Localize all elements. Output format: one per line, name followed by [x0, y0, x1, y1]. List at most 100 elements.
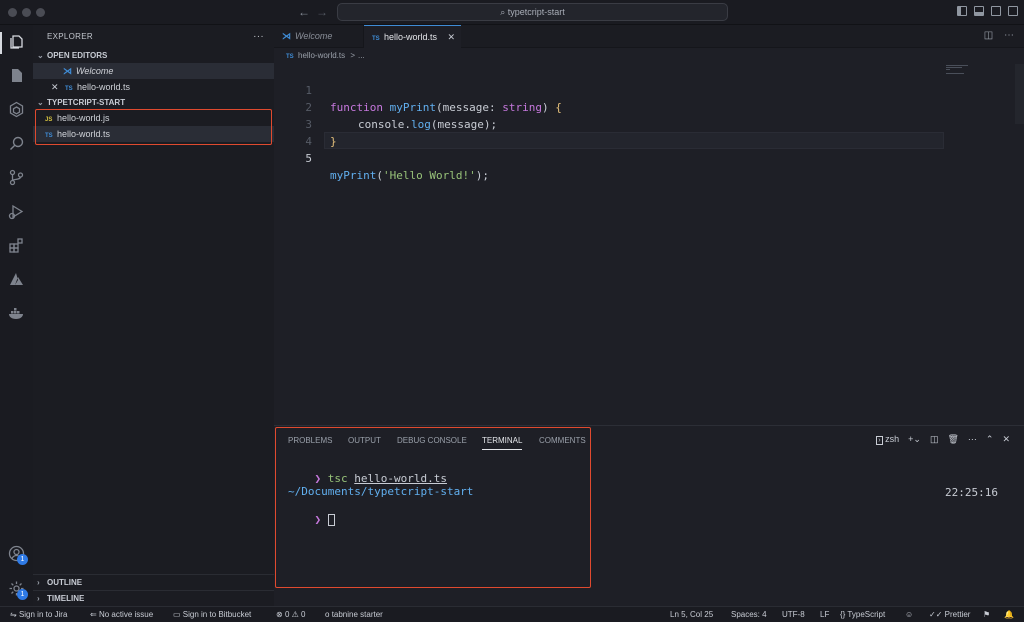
error-count: 0 — [284, 610, 290, 619]
code-line: 2 console.log(message); — [274, 82, 497, 131]
breadcrumb-file[interactable]: hello-world.ts — [298, 51, 345, 60]
codeium-icon[interactable] — [8, 101, 25, 118]
title-bar: ← → ⌕ typetcript-start — [0, 0, 1024, 25]
breadcrumb: TS hello-world.ts >... — [286, 51, 365, 60]
explorer-header: EXPLORER ··· — [33, 25, 274, 48]
split-terminal-icon[interactable]: ◫ — [930, 434, 939, 445]
panel-actions: › zsh +⌄ ◫ 🗑 ⋯ ⌃ ✕ — [876, 434, 1010, 445]
active-indicator — [0, 32, 2, 54]
status-tabnine[interactable]: o tabnine starter — [325, 607, 383, 622]
notifications-bell-icon[interactable]: 🔔 — [1004, 607, 1014, 622]
status-label: TypeScript — [847, 610, 886, 619]
error-icon: ⊗ — [276, 610, 283, 619]
timeline-section[interactable]: › TIMELINE — [33, 590, 274, 606]
run-debug-icon[interactable] — [8, 203, 25, 220]
explorer-icon[interactable] — [8, 33, 25, 50]
feedback-icon[interactable]: ⚑ — [983, 607, 990, 622]
tab-welcome[interactable]: ⋊ Welcome — [274, 25, 364, 48]
status-label: Sign in to Jira — [18, 610, 68, 619]
braces-icon: {} — [840, 610, 846, 619]
double-check-icon: ✓✓ — [929, 610, 943, 619]
back-arrow-icon[interactable]: ← — [298, 5, 310, 19]
vscode-icon: ⋊ — [63, 66, 72, 76]
status-encoding[interactable]: UTF-8 — [782, 607, 805, 622]
warning-icon: ⚠ — [291, 610, 299, 619]
new-terminal-plus-icon[interactable]: +⌄ — [908, 434, 921, 445]
vscode-icon: ⋊ — [282, 31, 291, 41]
explorer-sidebar: EXPLORER ··· ⌄ OPEN EDITORS ⋊ Welcome ✕ TS h… — [33, 25, 274, 606]
source-control-icon[interactable] — [8, 169, 25, 186]
close-window-button[interactable] — [8, 8, 17, 17]
extensions-icon[interactable] — [8, 237, 25, 254]
file-icon[interactable] — [8, 67, 25, 84]
settings-gear-icon[interactable]: 1 — [8, 580, 28, 600]
maximize-panel-chevron-up-icon[interactable]: ⌃ — [986, 434, 994, 445]
terminal-shell-selector[interactable]: › zsh — [876, 434, 899, 445]
search-icon[interactable] — [8, 135, 25, 152]
customize-layout-icon[interactable] — [1008, 6, 1018, 16]
split-editor-icon[interactable]: ◫ — [984, 30, 993, 41]
activity-bar: 1 1 — [0, 25, 33, 606]
status-jira[interactable]: ⇋ Sign in to Jira — [10, 607, 67, 622]
open-editors-section[interactable]: ⌄ OPEN EDITORS — [33, 48, 274, 63]
editor-actions: ◫ ⋯ — [984, 30, 1014, 41]
command-center-label: typetcript-start — [507, 7, 565, 17]
explorer-title: EXPLORER — [47, 32, 93, 41]
code-text: myPrint('Hello World!'); — [330, 169, 489, 182]
minimap[interactable] — [946, 65, 972, 74]
status-cursor-position[interactable]: Ln 5, Col 25 — [670, 607, 713, 622]
tab-hello-world-ts[interactable]: TS hello-world.ts ✕ — [364, 25, 461, 48]
docker-icon[interactable] — [8, 305, 25, 322]
status-problems[interactable]: ⊗ 0 ⚠ 0 — [276, 607, 305, 622]
timeline-label: TIMELINE — [47, 594, 85, 603]
shell-label: zsh — [885, 434, 900, 444]
layout-controls — [957, 6, 1018, 16]
status-eol[interactable]: LF — [820, 607, 829, 622]
code-line: 5 myPrint('Hello World!'); — [274, 133, 489, 182]
breadcrumb-more[interactable]: ... — [358, 51, 365, 60]
close-icon[interactable]: ✕ — [51, 79, 65, 95]
code-text: } — [330, 135, 337, 148]
maximize-window-button[interactable] — [36, 8, 45, 17]
status-bitbucket[interactable]: ▭ Sign in to Bitbucket — [173, 607, 251, 622]
status-copilot[interactable]: ☺ — [905, 607, 913, 622]
warning-count: 0 — [301, 610, 306, 619]
code-editor[interactable]: 1 function myPrint(message: string) { 2 … — [274, 64, 1024, 425]
minimize-window-button[interactable] — [22, 8, 31, 17]
forward-arrow-icon[interactable]: → — [316, 5, 328, 19]
outline-section[interactable]: › OUTLINE — [33, 574, 274, 590]
code-line: 3 } — [274, 99, 336, 148]
toggle-primary-sidebar-icon[interactable] — [957, 6, 967, 16]
close-icon[interactable]: ✕ — [447, 26, 455, 49]
breadcrumb-separator: > — [350, 51, 356, 60]
azure-icon[interactable] — [8, 271, 25, 288]
command-center-search[interactable]: ⌕ typetcript-start — [337, 3, 728, 21]
toggle-secondary-sidebar-icon[interactable] — [991, 6, 1001, 16]
chevron-down-icon: ⌄ — [37, 98, 44, 107]
status-bar: ⇋ Sign in to Jira ⇐ No active issue ▭ Si… — [0, 606, 1024, 622]
scrollbar[interactable] — [1015, 64, 1024, 124]
status-label: Prettier — [944, 610, 971, 619]
close-panel-icon[interactable]: ✕ — [1002, 434, 1010, 445]
open-editor-hello-world-ts[interactable]: ✕ TS hello-world.ts — [33, 79, 274, 95]
project-section[interactable]: ⌄ TYPETCRIPT-START — [33, 95, 274, 110]
more-actions-icon[interactable]: ··· — [253, 25, 264, 48]
status-issue[interactable]: ⇐ No active issue — [90, 607, 153, 622]
status-indentation[interactable]: Spaces: 4 — [731, 607, 767, 622]
current-line-highlight — [324, 132, 944, 149]
more-actions-icon[interactable]: ⋯ — [1004, 30, 1014, 41]
trash-icon[interactable]: 🗑 — [947, 434, 958, 445]
terminal-time: 22:25:16 — [945, 486, 998, 499]
more-actions-icon[interactable]: ⋯ — [968, 434, 977, 445]
accounts-badge: 1 — [17, 554, 28, 565]
toggle-panel-icon[interactable] — [974, 6, 984, 16]
open-editors-label: OPEN EDITORS — [47, 51, 108, 60]
accounts-icon[interactable]: 1 — [8, 545, 28, 565]
status-prettier[interactable]: ✓✓ Prettier — [929, 607, 970, 622]
typescript-file-icon: TS — [286, 54, 294, 60]
status-language[interactable]: {} TypeScript — [840, 607, 885, 622]
open-editor-welcome[interactable]: ⋊ Welcome — [33, 63, 274, 79]
copilot-icon: ☺ — [905, 610, 914, 619]
editor-tabs: ⋊ Welcome TS hello-world.ts ✕ ◫ ⋯ — [274, 25, 1024, 48]
typescript-file-icon: TS — [372, 36, 380, 42]
